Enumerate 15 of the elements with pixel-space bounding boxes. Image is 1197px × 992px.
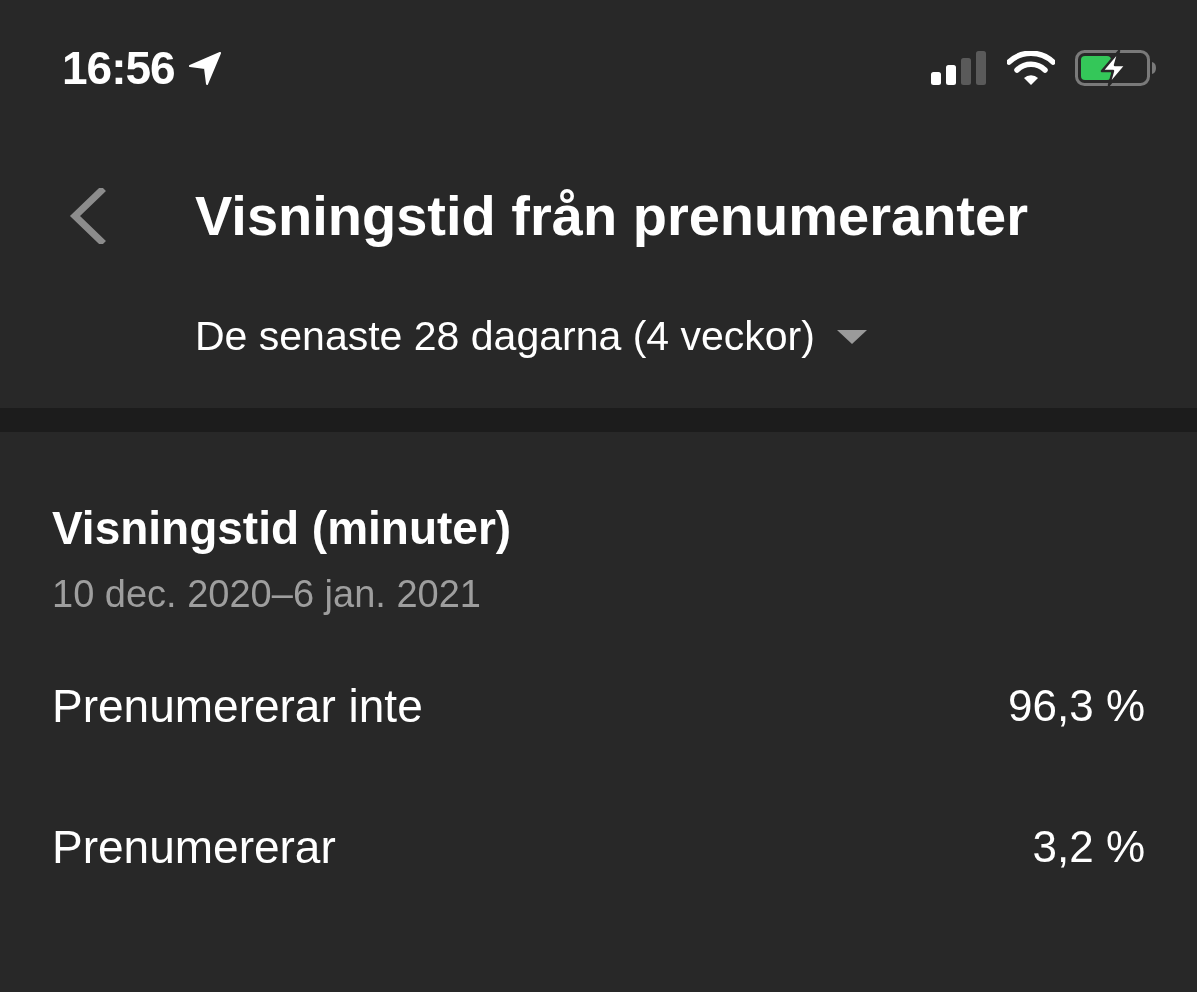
status-time: 16:56 <box>62 45 175 91</box>
caret-down-icon <box>836 330 867 344</box>
row-label: Prenumererar inte <box>52 678 423 734</box>
row-label: Prenumererar <box>52 819 336 875</box>
wifi-icon <box>1007 51 1055 85</box>
signal-icon <box>931 51 987 85</box>
row-value: 3,2 % <box>1032 821 1145 874</box>
section-title: Visningstid (minuter) <box>52 501 513 556</box>
page-title: Visningstid från prenumeranter <box>195 183 1028 250</box>
date-range: 10 dec. 2020–6 jan. 2021 <box>52 572 482 616</box>
battery-charging-icon <box>1075 50 1157 86</box>
chevron-left-icon <box>68 188 106 244</box>
row-value: 96,3 % <box>1008 680 1145 733</box>
location-arrow-icon <box>188 51 221 85</box>
period-dropdown[interactable]: De senaste 28 dagarna (4 veckor) <box>195 312 867 362</box>
